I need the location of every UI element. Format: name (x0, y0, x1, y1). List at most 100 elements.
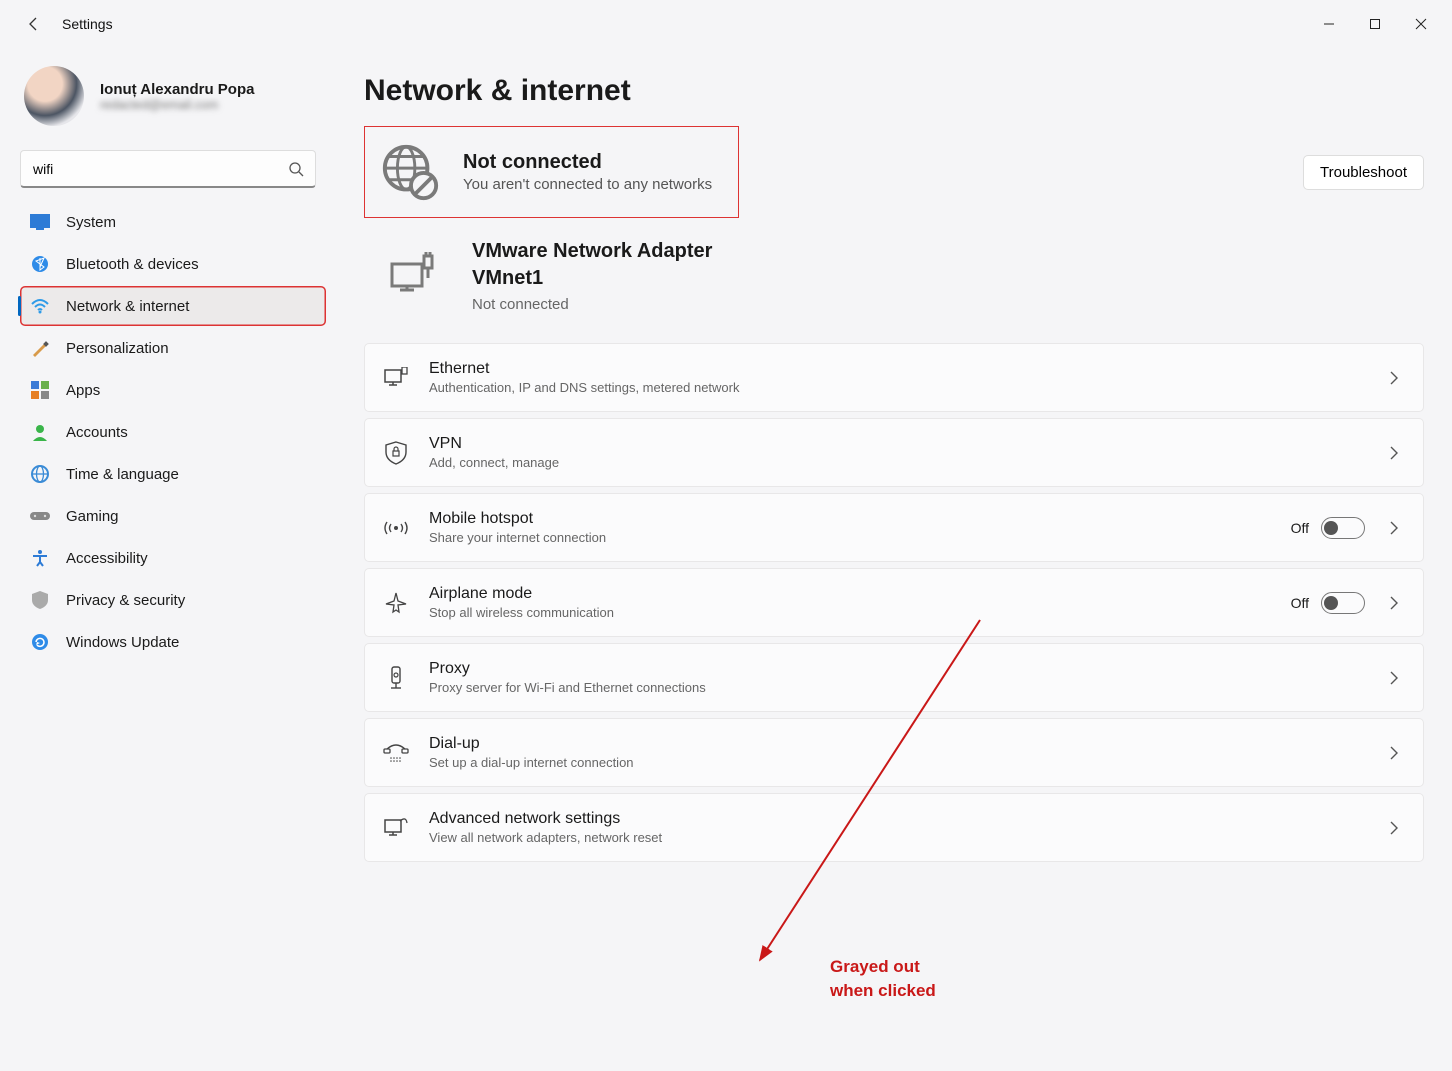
setting-subtitle: Proxy server for Wi-Fi and Ethernet conn… (429, 680, 1365, 695)
adapter-status: Not connected (472, 296, 712, 313)
setting-proxy[interactable]: Proxy Proxy server for Wi-Fi and Etherne… (364, 643, 1424, 712)
setting-dialup[interactable]: Dial-up Set up a dial-up internet connec… (364, 718, 1424, 787)
window-controls (1306, 8, 1444, 40)
nav-label: Network & internet (66, 298, 189, 315)
app-title: Settings (62, 16, 113, 32)
advanced-net-icon (383, 815, 409, 841)
adapter-icon (386, 250, 438, 302)
chevron-right-icon (1389, 671, 1403, 685)
back-button[interactable] (24, 14, 44, 34)
close-button[interactable] (1398, 8, 1444, 40)
globe-denied-icon (379, 141, 441, 203)
sidebar-item-personalization[interactable]: Personalization (20, 328, 326, 368)
nav-label: Windows Update (66, 634, 179, 651)
airplane-icon (383, 590, 409, 616)
nav-label: Personalization (66, 340, 169, 357)
troubleshoot-button[interactable]: Troubleshoot (1303, 155, 1424, 190)
sidebar-item-system[interactable]: System (20, 202, 326, 242)
nav-label: Privacy & security (66, 592, 185, 609)
setting-subtitle: Set up a dial-up internet connection (429, 755, 1365, 770)
setting-advanced[interactable]: Advanced network settings View all netwo… (364, 793, 1424, 862)
avatar (24, 66, 84, 126)
airplane-toggle[interactable] (1321, 592, 1365, 614)
sidebar-item-update[interactable]: Windows Update (20, 622, 326, 662)
globe-icon (30, 464, 50, 484)
status-title: Not connected (463, 151, 712, 174)
chevron-right-icon (1389, 371, 1403, 385)
setting-vpn[interactable]: VPN Add, connect, manage (364, 418, 1424, 487)
sidebar-item-network[interactable]: Network & internet (20, 286, 326, 326)
setting-title: Advanced network settings (429, 810, 1365, 828)
sidebar-item-accounts[interactable]: Accounts (20, 412, 326, 452)
profile-name: Ionuț Alexandru Popa (100, 81, 254, 98)
ethernet-icon (383, 365, 409, 391)
nav-label: Gaming (66, 508, 119, 525)
vpn-shield-icon (383, 440, 409, 466)
setting-airplane[interactable]: Airplane mode Stop all wireless communic… (364, 568, 1424, 637)
system-icon (30, 212, 50, 232)
setting-hotspot[interactable]: Mobile hotspot Share your internet conne… (364, 493, 1424, 562)
proxy-icon (383, 665, 409, 691)
connection-status-card[interactable]: Not connected You aren't connected to an… (364, 126, 739, 218)
nav-label: System (66, 214, 116, 231)
toggle-label: Off (1291, 595, 1309, 611)
gaming-icon (30, 506, 50, 526)
sidebar-item-bluetooth[interactable]: Bluetooth & devices (20, 244, 326, 284)
bluetooth-icon (30, 254, 50, 274)
main-content: Network & internet Not connected (340, 48, 1452, 1071)
sidebar-item-time-language[interactable]: Time & language (20, 454, 326, 494)
nav-list: System Bluetooth & devices Network & int… (20, 202, 340, 662)
shield-icon (30, 590, 50, 610)
nav-label: Apps (66, 382, 100, 399)
sidebar-item-accessibility[interactable]: Accessibility (20, 538, 326, 578)
hotspot-icon (383, 515, 409, 541)
annotation-text: Grayed outwhen clicked (830, 955, 936, 1003)
status-row: Not connected You aren't connected to an… (364, 126, 1424, 218)
profile-block[interactable]: Ionuț Alexandru Popa redacted@email.com (20, 58, 340, 144)
nav-label: Accessibility (66, 550, 148, 567)
profile-email: redacted@email.com (100, 98, 254, 112)
update-icon (30, 632, 50, 652)
titlebar: Settings (0, 0, 1452, 48)
chevron-right-icon (1389, 821, 1403, 835)
setting-subtitle: View all network adapters, network reset (429, 830, 1365, 845)
search-icon (288, 161, 304, 177)
hotspot-toggle[interactable] (1321, 517, 1365, 539)
setting-ethernet[interactable]: Ethernet Authentication, IP and DNS sett… (364, 343, 1424, 412)
dialup-icon (383, 740, 409, 766)
accessibility-icon (30, 548, 50, 568)
adapter-name: VMware Network AdapterVMnet1 (472, 238, 712, 292)
nav-label: Bluetooth & devices (66, 256, 199, 273)
setting-title: Airplane mode (429, 585, 1271, 603)
wifi-icon (30, 296, 50, 316)
apps-icon (30, 380, 50, 400)
chevron-right-icon (1389, 746, 1403, 760)
nav-label: Accounts (66, 424, 128, 441)
setting-subtitle: Add, connect, manage (429, 455, 1365, 470)
search-container (20, 150, 316, 188)
nav-label: Time & language (66, 466, 179, 483)
setting-title: Dial-up (429, 735, 1365, 753)
setting-title: Proxy (429, 660, 1365, 678)
adapter-row[interactable]: VMware Network AdapterVMnet1 Not connect… (364, 224, 1424, 335)
setting-subtitle: Authentication, IP and DNS settings, met… (429, 380, 1365, 395)
settings-list: Ethernet Authentication, IP and DNS sett… (364, 343, 1424, 862)
setting-title: VPN (429, 435, 1365, 453)
sidebar-item-apps[interactable]: Apps (20, 370, 326, 410)
sidebar: Ionuț Alexandru Popa redacted@email.com … (0, 48, 340, 1071)
chevron-right-icon (1389, 596, 1403, 610)
setting-title: Mobile hotspot (429, 510, 1271, 528)
search-input[interactable] (20, 150, 316, 188)
chevron-right-icon (1389, 521, 1403, 535)
minimize-button[interactable] (1306, 8, 1352, 40)
toggle-label: Off (1291, 520, 1309, 536)
setting-subtitle: Share your internet connection (429, 530, 1271, 545)
maximize-button[interactable] (1352, 8, 1398, 40)
chevron-right-icon (1389, 446, 1403, 460)
sidebar-item-privacy[interactable]: Privacy & security (20, 580, 326, 620)
account-icon (30, 422, 50, 442)
setting-subtitle: Stop all wireless communication (429, 605, 1271, 620)
brush-icon (30, 338, 50, 358)
setting-title: Ethernet (429, 360, 1365, 378)
sidebar-item-gaming[interactable]: Gaming (20, 496, 326, 536)
